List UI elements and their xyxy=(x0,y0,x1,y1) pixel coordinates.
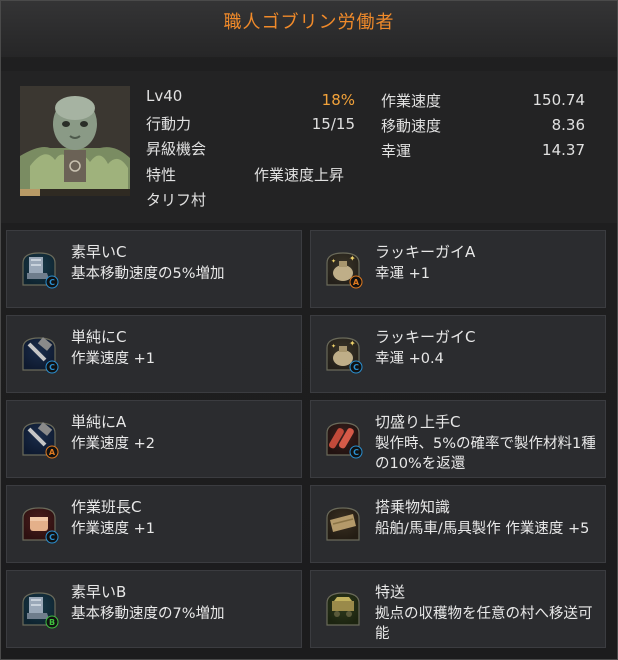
worker-portrait xyxy=(20,86,130,196)
svg-text:✦: ✦ xyxy=(331,343,336,350)
wood-icon xyxy=(323,504,363,544)
skill-description: 作業速度 +2 xyxy=(71,436,155,452)
skill-description: 基本移動速度の5%増加 xyxy=(71,266,225,282)
skill-description: 幸運 +0.4 xyxy=(375,351,444,367)
worker-level: Lv40 xyxy=(146,87,183,105)
svg-text:C: C xyxy=(353,448,359,457)
luck-value: 14.37 xyxy=(542,141,585,159)
skill-name: 作業班長C xyxy=(71,498,142,516)
skill-description: 拠点の収穫物を任意の村へ移送可能 xyxy=(375,606,593,642)
svg-text:C: C xyxy=(353,363,359,372)
cart-icon xyxy=(323,589,363,629)
skill-name: ラッキーガイA xyxy=(375,243,476,261)
luck-label: 幸運 xyxy=(381,142,412,160)
promotion-label[interactable]: 昇級機会 xyxy=(146,138,206,159)
skill-card[interactable]: 特送拠点の収穫物を任意の村へ移送可能 xyxy=(310,570,606,648)
move-speed-label: 移動速度 xyxy=(381,117,442,135)
skill-description: 船舶/馬車/馬具製作 作業速度 +5 xyxy=(375,521,590,537)
exp-progress-fill xyxy=(20,189,40,196)
svg-text:C: C xyxy=(49,533,55,542)
work-speed-label: 作業速度 xyxy=(381,92,442,110)
fist-icon: C xyxy=(19,504,59,544)
skill-card[interactable]: ✦ ✦ C ラッキーガイC 幸運 +0.4 xyxy=(310,315,606,393)
hammer-icon: C xyxy=(19,334,59,374)
skill-card[interactable]: C 素早いC 基本移動速度の5%増加 xyxy=(6,230,302,308)
stamina-label: 行動力 xyxy=(146,115,192,133)
svg-text:B: B xyxy=(49,618,55,627)
skill-card[interactable]: 搭乗物知識船舶/馬車/馬具製作 作業速度 +5 xyxy=(310,485,606,563)
skill-card[interactable]: C 切盛り上手C 製作時、5%の確率で製作材料1種の10%を返還 xyxy=(310,400,606,478)
svg-text:✦: ✦ xyxy=(331,258,336,265)
skill-name: 単純にC xyxy=(71,328,127,346)
hammer-icon: A xyxy=(19,419,59,459)
skill-name: 搭乗物知識 xyxy=(375,498,451,516)
skill-name: 素早いB xyxy=(71,583,127,601)
skill-name: 切盛り上手C xyxy=(375,413,461,431)
svg-text:✦: ✦ xyxy=(349,254,356,263)
materials-icon: C xyxy=(323,419,363,459)
window-title: 職人ゴブリン労働者 xyxy=(1,1,617,57)
skill-name: ラッキーガイC xyxy=(375,328,476,346)
lucky-bag-icon: ✦ ✦ A xyxy=(323,249,363,289)
town-name: タリフ村 xyxy=(146,191,207,209)
exp-percent: 18% xyxy=(321,91,355,109)
move-speed-value: 8.36 xyxy=(551,116,585,134)
boot-icon: C xyxy=(19,249,59,289)
svg-text:✦: ✦ xyxy=(349,339,356,348)
boot-icon: B xyxy=(19,589,59,629)
svg-text:C: C xyxy=(49,363,55,372)
skill-card[interactable]: C 作業班長C 作業速度 +1 xyxy=(6,485,302,563)
exp-progress-bar xyxy=(20,189,130,196)
goblin-portrait-icon xyxy=(20,86,130,196)
skill-name: 素早いC xyxy=(71,243,127,261)
skill-card[interactable]: A 単純にA 作業速度 +2 xyxy=(6,400,302,478)
skill-description: 幸運 +1 xyxy=(375,266,430,282)
trait-label: 特性 xyxy=(146,166,177,184)
skill-card[interactable]: B 素早いB 基本移動速度の7%増加 xyxy=(6,570,302,648)
trait-value: 作業速度上昇 xyxy=(254,166,345,184)
skill-card[interactable]: ✦ ✦ A ラッキーガイA 幸運 +1 xyxy=(310,230,606,308)
svg-text:C: C xyxy=(49,278,55,287)
skill-description: 製作時、5%の確率で製作材料1種の10%を返還 xyxy=(375,436,596,472)
skill-description: 作業速度 +1 xyxy=(71,351,155,367)
worker-profile: Lv40 18% 行動力 15/15 昇級機会 特性 作業速度上昇 タリフ村 作… xyxy=(1,71,617,223)
lucky-bag-icon: ✦ ✦ C xyxy=(323,334,363,374)
skill-description: 作業速度 +1 xyxy=(71,521,155,537)
svg-text:A: A xyxy=(353,278,360,287)
stamina-value: 15/15 xyxy=(311,115,355,133)
skill-name: 特送 xyxy=(375,583,406,601)
work-speed-value: 150.74 xyxy=(532,91,586,109)
skill-description: 基本移動速度の7%増加 xyxy=(71,606,225,622)
skill-name: 単純にA xyxy=(71,413,127,431)
skill-card[interactable]: C 単純にC 作業速度 +1 xyxy=(6,315,302,393)
svg-text:A: A xyxy=(49,448,56,457)
